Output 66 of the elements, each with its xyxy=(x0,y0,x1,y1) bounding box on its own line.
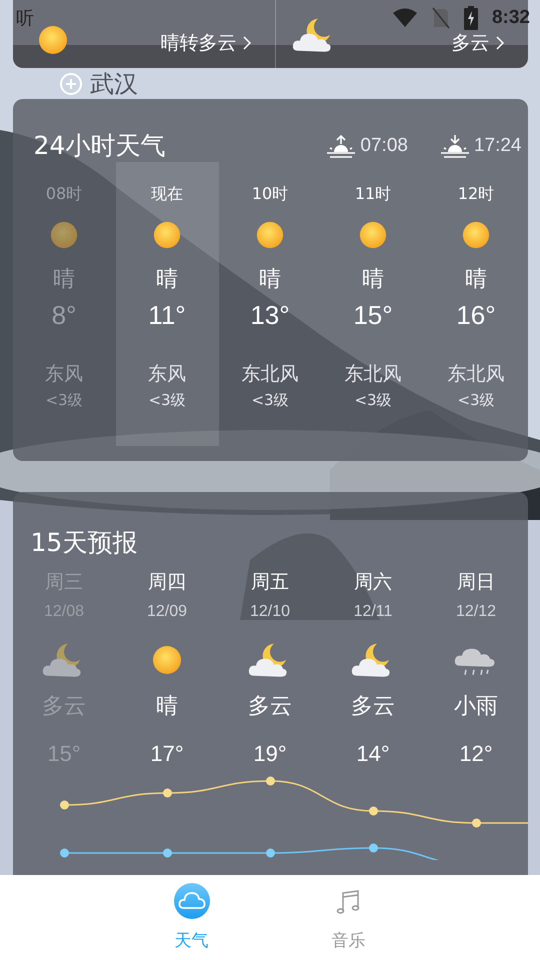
condition-label: 多云 xyxy=(351,693,395,721)
summary-link[interactable]: 晴转多云 xyxy=(160,30,250,56)
hour-label: 11时 xyxy=(354,184,392,205)
sunset-time: 17:24 xyxy=(474,134,522,156)
sunrise-icon xyxy=(326,134,356,158)
sun-icon xyxy=(36,24,68,56)
weekday-label: 周四 xyxy=(148,570,186,595)
sun-icon xyxy=(49,220,79,250)
card-title: 15天预报 xyxy=(30,527,138,559)
sunrise-time: 07:08 xyxy=(360,134,408,156)
sun-icon xyxy=(255,220,285,250)
hour-label: 10时 xyxy=(252,184,288,205)
temperature: 11° xyxy=(148,300,186,331)
sunset-icon xyxy=(440,134,470,158)
condition-label: 晴 xyxy=(362,266,384,294)
condition-label: 晴 xyxy=(156,266,178,294)
wind-level: <3级 xyxy=(45,391,83,410)
temperature: 17° xyxy=(150,741,184,767)
wifi-icon xyxy=(392,8,418,28)
condition-label: 晴 xyxy=(156,693,178,721)
nav-tab[interactable]: 天气 xyxy=(162,875,222,960)
chevron-icon xyxy=(496,36,504,50)
summary-link[interactable]: 多云 xyxy=(452,30,504,56)
wind-direction: 东北风 xyxy=(242,362,298,387)
sun-icon xyxy=(358,220,388,250)
battery-charging-icon xyxy=(464,6,478,30)
hour-label: 12时 xyxy=(458,184,494,205)
add-city-icon[interactable] xyxy=(60,72,82,94)
carrier-label: 听 xyxy=(16,7,34,30)
wind-direction: 东风 xyxy=(148,362,186,387)
temperature: 14° xyxy=(356,741,390,767)
sun-icon xyxy=(461,220,491,250)
card-title: 24小时天气 xyxy=(34,130,166,162)
weekday-label: 周六 xyxy=(354,570,392,595)
date-label: 12/10 xyxy=(250,603,290,621)
wind-level: <3级 xyxy=(148,391,186,410)
condition-label: 晴 xyxy=(465,266,487,294)
hour-label: 现在 xyxy=(151,184,183,205)
city-name: 武汉 xyxy=(90,68,138,100)
wind-direction: 东风 xyxy=(45,362,83,387)
temperature: 13° xyxy=(250,300,290,331)
temperature: 12° xyxy=(459,741,493,767)
hour-label: 08时 xyxy=(46,184,82,205)
cloud-icon xyxy=(174,883,210,919)
condition-label: 多云 xyxy=(248,693,292,721)
wind-level: <3级 xyxy=(457,391,495,410)
weekday-label: 周日 xyxy=(457,570,495,595)
condition-label: 晴 xyxy=(259,266,281,294)
temperature: 8° xyxy=(52,300,76,331)
date-label: 12/12 xyxy=(456,603,496,621)
sun-icon xyxy=(151,644,183,676)
nav-tab[interactable]: 音乐 xyxy=(318,875,378,960)
weekday-label: 周五 xyxy=(251,570,289,595)
condition-label: 小雨 xyxy=(454,693,498,721)
condition-label: 晴 xyxy=(53,266,75,294)
sun-icon xyxy=(152,220,182,250)
wind-direction: 东北风 xyxy=(448,362,504,387)
temperature: 15° xyxy=(353,300,393,331)
temperature: 19° xyxy=(253,741,287,767)
wind-direction: 东北风 xyxy=(344,362,402,387)
wind-level: <3级 xyxy=(354,391,392,410)
date-label: 12/09 xyxy=(146,603,188,621)
chevron-icon xyxy=(242,36,250,50)
temperature: 16° xyxy=(456,300,496,331)
wind-level: <3级 xyxy=(251,391,289,410)
date-label: 12/11 xyxy=(354,603,392,621)
